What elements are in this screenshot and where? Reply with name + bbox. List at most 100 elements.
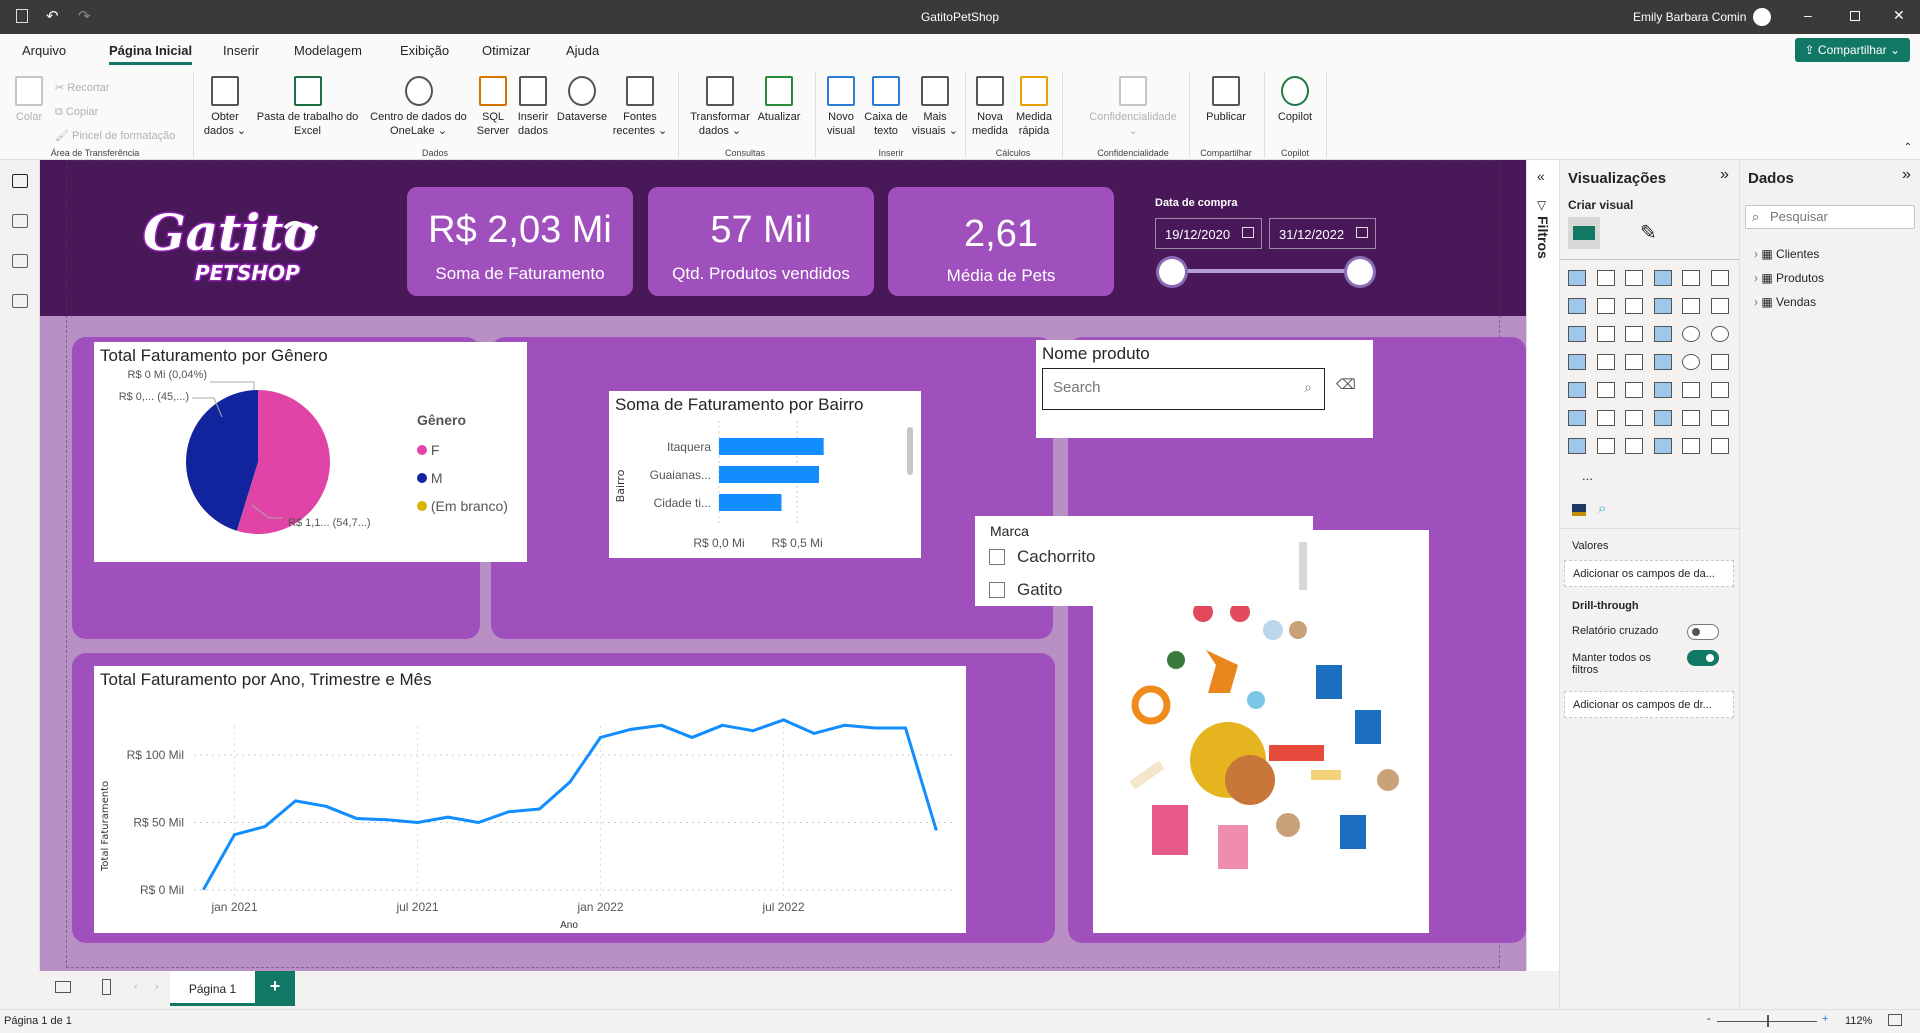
- transform-data-button[interactable]: Transformar dados ⌄: [686, 76, 754, 138]
- copilot-button[interactable]: Copilot: [1270, 76, 1320, 124]
- report-view-icon[interactable]: [12, 174, 28, 188]
- more-visuals-link[interactable]: ...: [1582, 468, 1593, 483]
- tab-otimizar[interactable]: Otimizar: [482, 43, 530, 58]
- minimize-icon[interactable]: –: [1804, 7, 1812, 23]
- table-view-icon[interactable]: [12, 214, 28, 228]
- maximize-icon[interactable]: [1850, 11, 1860, 21]
- area-visual-icon[interactable]: [1596, 298, 1615, 314]
- power-apps-visual-icon[interactable]: [1682, 438, 1700, 454]
- cut-button[interactable]: ✂ Recortar: [55, 76, 175, 100]
- dax-query-icon[interactable]: [12, 294, 28, 308]
- line-chart-card[interactable]: Total Faturamento por Ano, Trimestre e M…: [94, 666, 966, 933]
- fit-to-page-icon[interactable]: [1888, 1014, 1902, 1026]
- kpi-visual-icon[interactable]: [1596, 382, 1615, 398]
- key-influencers-visual-icon[interactable]: [1596, 410, 1615, 426]
- slicer-visual-icon[interactable]: [1625, 382, 1643, 398]
- desktop-layout-icon[interactable]: [55, 981, 71, 993]
- paste-button[interactable]: Colar: [12, 76, 46, 124]
- line-column-visual-icon[interactable]: [1682, 298, 1700, 314]
- table-produtos[interactable]: › ▦ Produtos: [1754, 266, 1824, 290]
- publish-button[interactable]: Publicar: [1196, 76, 1256, 124]
- table-vendas[interactable]: › ▦ Vendas: [1754, 290, 1824, 314]
- goals-visual-icon[interactable]: [1710, 410, 1729, 426]
- recent-sources-button[interactable]: Fontes recentes ⌄: [612, 76, 668, 138]
- close-icon[interactable]: ✕: [1893, 7, 1905, 24]
- share-button[interactable]: ⇪ Compartilhar ⌄: [1794, 38, 1910, 62]
- kpi-card-produtos[interactable]: 57 Mil Qtd. Produtos vendidos: [648, 187, 874, 296]
- tab-inserir[interactable]: Inserir: [223, 43, 259, 58]
- chevron-right-icon[interactable]: ›: [1754, 247, 1758, 261]
- scatter-visual-icon[interactable]: [1653, 326, 1672, 342]
- copy-button[interactable]: ⧉ Copiar: [55, 100, 175, 124]
- checkbox[interactable]: [989, 549, 1005, 565]
- tab-arquivo[interactable]: Arquivo: [22, 43, 66, 58]
- tab-ajuda[interactable]: Ajuda: [566, 43, 599, 58]
- 100-bar-visual-icon[interactable]: [1682, 270, 1700, 286]
- expand-filters-icon[interactable]: «: [1537, 168, 1545, 184]
- search-field[interactable]: [1043, 369, 1273, 406]
- table-clientes[interactable]: › ▦ Clientes: [1754, 242, 1824, 266]
- eraser-icon[interactable]: ⌫: [1336, 376, 1356, 393]
- kpi-card-faturamento[interactable]: R$ 2,03 Mi Soma de Faturamento: [407, 187, 633, 296]
- 100-area-visual-icon[interactable]: [1653, 298, 1672, 314]
- ribbon-visual-icon[interactable]: [1568, 326, 1586, 342]
- tab-modelagem[interactable]: Modelagem: [294, 43, 362, 58]
- collapse-pane-icon[interactable]: »: [1720, 166, 1729, 184]
- table-visual-icon[interactable]: [1653, 382, 1672, 398]
- line-visual-icon[interactable]: [1568, 298, 1586, 314]
- funnel-visual-icon[interactable]: [1625, 326, 1643, 342]
- start-date-input[interactable]: 19/12/2020: [1155, 218, 1262, 249]
- new-measure-button[interactable]: Nova medida: [970, 76, 1010, 138]
- get-data-button[interactable]: Obter dados ⌄: [200, 76, 250, 138]
- multi-row-card-visual-icon[interactable]: [1568, 382, 1586, 398]
- fields-icon[interactable]: [1572, 504, 1586, 516]
- brand-option-gatito[interactable]: Gatito: [989, 580, 1289, 608]
- mobile-layout-icon[interactable]: [102, 979, 111, 995]
- filled-map-visual-icon[interactable]: [1625, 354, 1643, 370]
- scrollbar[interactable]: [1299, 542, 1307, 590]
- product-search-input[interactable]: ⌕: [1042, 368, 1325, 410]
- date-range-track[interactable]: [1172, 269, 1360, 273]
- more-visuals-button[interactable]: Mais visuais ⌄: [910, 76, 960, 138]
- waterfall-visual-icon[interactable]: [1596, 326, 1615, 342]
- values-dropzone[interactable]: Adicionar os campos de da...: [1564, 560, 1734, 587]
- tab-pagina-inicial[interactable]: Página Inicial: [109, 43, 193, 65]
- donut-visual-icon[interactable]: [1710, 326, 1729, 342]
- add-page-button[interactable]: +: [255, 971, 295, 1006]
- matrix-visual-icon[interactable]: [1682, 382, 1700, 398]
- date-range-end-handle[interactable]: [1347, 259, 1373, 285]
- kpi-card-pets[interactable]: 2,61 Média de Pets: [888, 187, 1114, 296]
- refresh-button[interactable]: Atualizar: [754, 76, 804, 124]
- data-search-input[interactable]: ⌕: [1745, 205, 1915, 229]
- paginated-report-visual-icon[interactable]: [1568, 438, 1586, 454]
- cross-report-toggle[interactable]: [1687, 624, 1719, 640]
- quick-measure-button[interactable]: Medida rápida: [1012, 76, 1056, 138]
- stacked-column-visual-icon[interactable]: [1596, 270, 1615, 286]
- build-visual-tab[interactable]: [1568, 217, 1600, 249]
- pie-visual-icon[interactable]: [1682, 326, 1700, 342]
- chevron-right-icon[interactable]: ›: [1754, 271, 1758, 285]
- arcgis-visual-icon[interactable]: [1653, 438, 1672, 454]
- end-date-input[interactable]: 31/12/2022: [1269, 218, 1376, 249]
- stacked-area-visual-icon[interactable]: [1625, 298, 1643, 314]
- stacked-bar-visual-icon[interactable]: [1568, 270, 1586, 286]
- checkbox[interactable]: [989, 582, 1005, 598]
- chevron-right-icon[interactable]: ›: [1754, 295, 1758, 309]
- dataverse-button[interactable]: Dataverse: [554, 76, 610, 124]
- line-stacked-column-visual-icon[interactable]: [1710, 298, 1729, 314]
- prev-page-icon[interactable]: ‹: [134, 981, 138, 993]
- collapse-ribbon-icon[interactable]: ⌃: [1904, 142, 1912, 153]
- legend-item[interactable]: (Em branco): [417, 492, 508, 520]
- zoom-slider-handle[interactable]: [1767, 1015, 1769, 1027]
- 100-column-visual-icon[interactable]: [1710, 270, 1729, 286]
- filters-pane[interactable]: « ▽ Filtros: [1526, 160, 1559, 971]
- zoom-out-button[interactable]: -: [1707, 1013, 1711, 1025]
- bar-chart-card[interactable]: Soma de Faturamento por Bairro Itaquera G…: [609, 391, 921, 558]
- keep-filters-toggle[interactable]: [1687, 650, 1719, 666]
- decomposition-tree-visual-icon[interactable]: [1625, 410, 1643, 426]
- brand-option-cachorrito[interactable]: Cachorrito: [989, 547, 1289, 575]
- new-visual-button[interactable]: Novo visual: [822, 76, 860, 138]
- new-card-visual-icon[interactable]: [1596, 438, 1615, 454]
- format-visual-icon[interactable]: ✎: [1640, 220, 1657, 245]
- avatar-icon[interactable]: [1753, 8, 1771, 26]
